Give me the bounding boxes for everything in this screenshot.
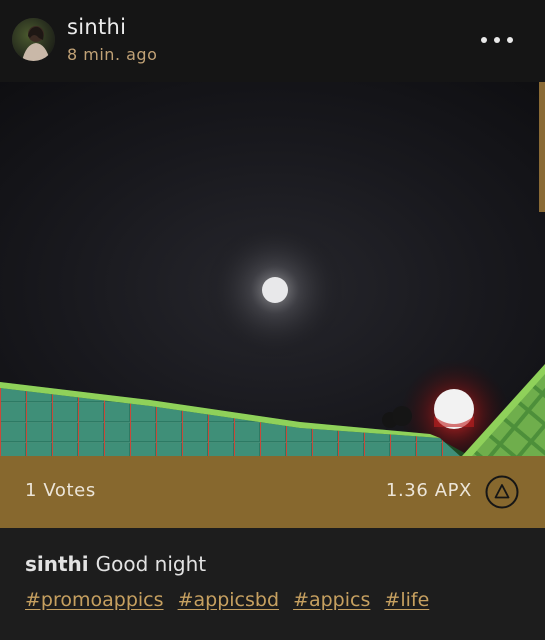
post-caption: sinthi Good night [25, 552, 206, 576]
caption-author[interactable]: sinthi [25, 552, 89, 576]
more-horizontal-icon-dot [494, 37, 500, 43]
apx-value: 1.36 APX [385, 480, 472, 501]
votes-bar: 1 Votes 1.36 APX [0, 456, 545, 528]
hashtag-list: #promoappics #appicsbd #appics #life [25, 589, 437, 611]
night-moon-photo [0, 82, 545, 456]
post-timestamp: 8 min. ago [67, 45, 158, 64]
avatar-image [12, 18, 55, 61]
author-name[interactable]: sinthi [67, 15, 126, 39]
more-options-button[interactable] [475, 28, 519, 52]
post-card: sinthi 8 min. ago 1 Votes 1.36 APX sinth… [0, 0, 545, 640]
more-horizontal-icon [481, 37, 487, 43]
upvote-button[interactable] [485, 475, 519, 509]
more-horizontal-icon-dot [507, 37, 513, 43]
avatar[interactable] [12, 18, 55, 61]
post-header: sinthi 8 min. ago [0, 0, 545, 82]
hashtag-link[interactable]: #appics [293, 589, 370, 611]
scrollbar-thumb[interactable] [539, 82, 545, 212]
post-photo[interactable] [0, 82, 545, 456]
caption-text: Good night [95, 552, 207, 576]
triangle-up-icon [485, 475, 519, 509]
votes-count[interactable]: 1 Votes [25, 480, 96, 501]
hashtag-link[interactable]: #life [384, 589, 429, 611]
hashtag-link[interactable]: #promoappics [25, 589, 164, 611]
hashtag-link[interactable]: #appicsbd [178, 589, 279, 611]
